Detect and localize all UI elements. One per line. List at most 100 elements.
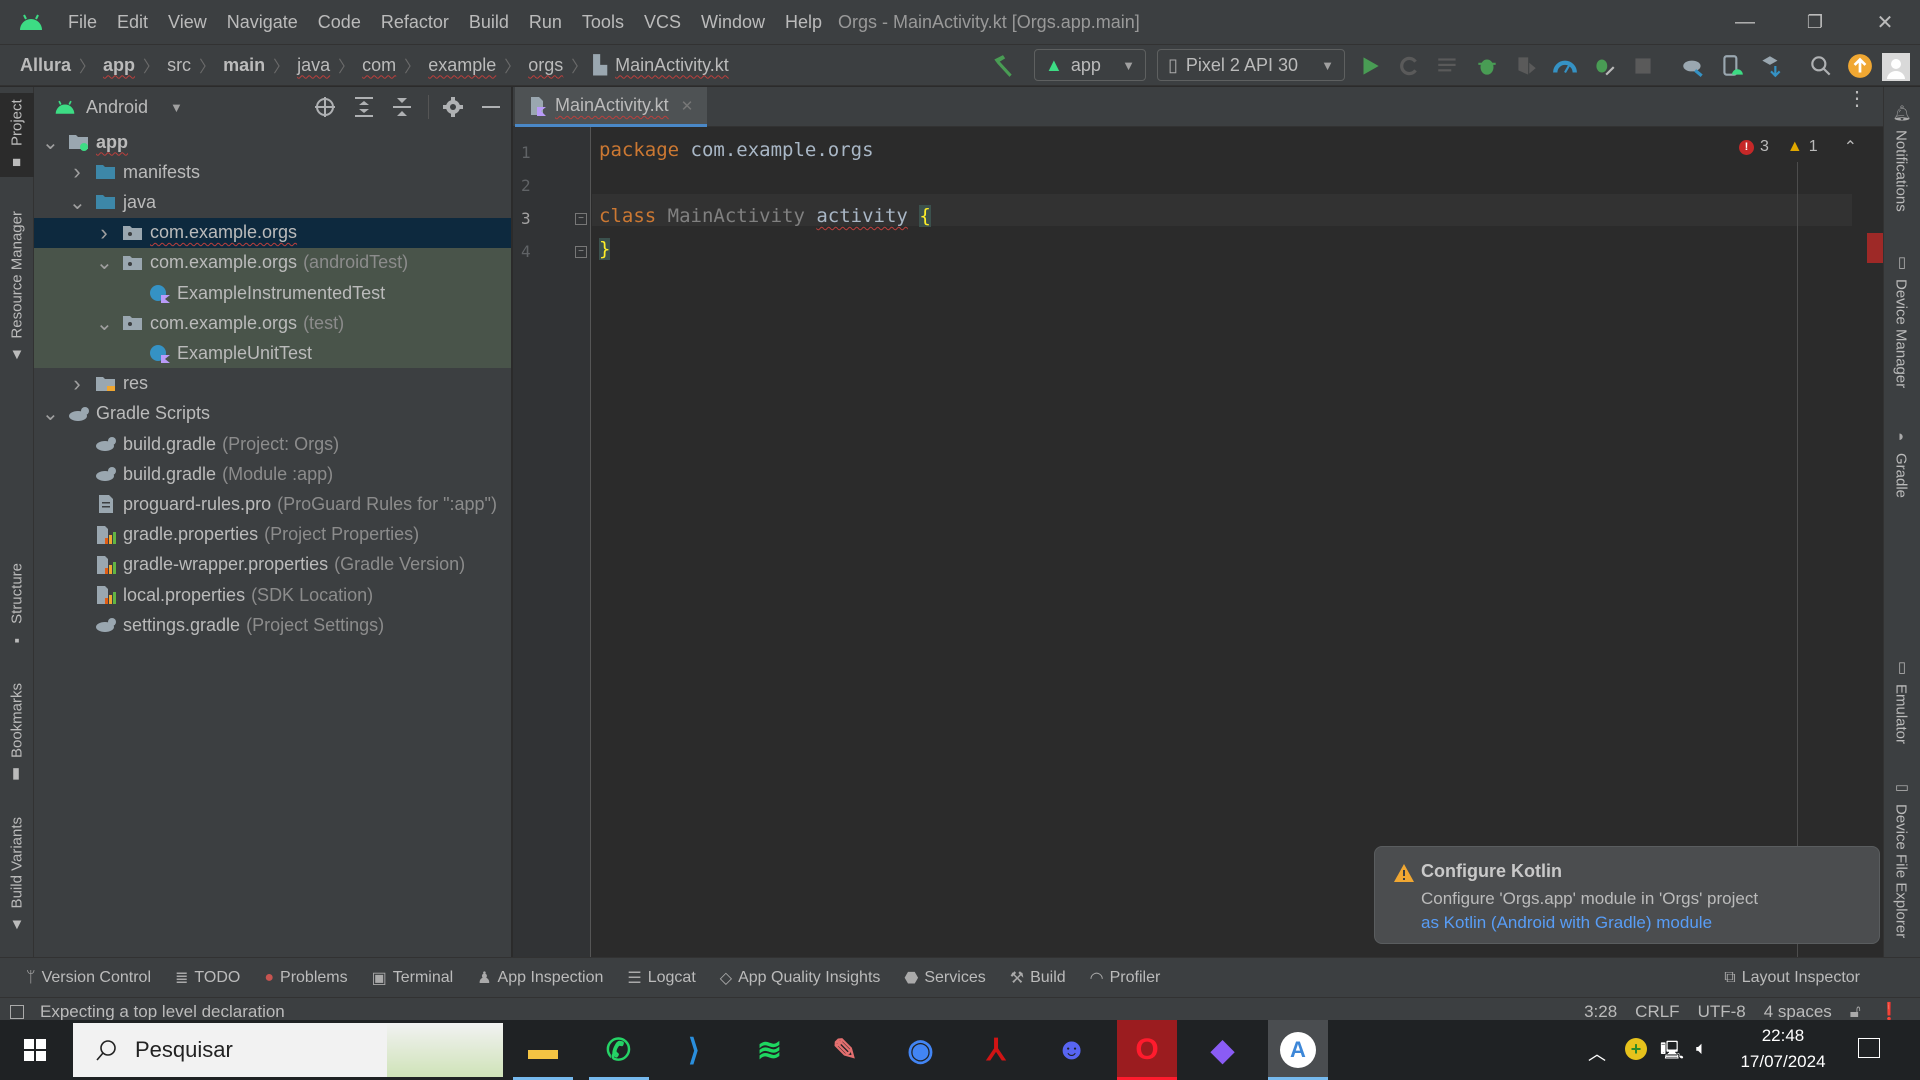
unlock-icon[interactable]: 🔓︎ bbox=[1850, 1002, 1861, 1022]
tool-tab-structure[interactable]: ▪ Structure bbox=[0, 557, 34, 655]
menu-navigate[interactable]: Navigate bbox=[217, 0, 308, 44]
menu-refactor[interactable]: Refactor bbox=[371, 0, 459, 44]
taskbar-app-vscode[interactable]: ⟩ bbox=[664, 1020, 724, 1080]
stop-icon[interactable] bbox=[1630, 53, 1656, 79]
tool-tab-emulator[interactable]: ▯ Emulator bbox=[1884, 652, 1918, 750]
menu-run[interactable]: Run bbox=[519, 0, 572, 44]
menu-file[interactable]: File bbox=[58, 0, 107, 44]
view-mode-select[interactable]: Android bbox=[86, 97, 148, 118]
breadcrumb-item[interactable]: main bbox=[221, 55, 267, 76]
taskbar-app-file-explorer[interactable]: ▬ bbox=[513, 1020, 573, 1080]
menu-edit[interactable]: Edit bbox=[107, 0, 158, 44]
breadcrumb-item[interactable]: MainActivity.kt bbox=[613, 55, 731, 76]
tool-tab-layout-inspector[interactable]: ⧉ Layout Inspector bbox=[1724, 969, 1860, 987]
run-icon[interactable] bbox=[1357, 53, 1383, 79]
tab-mainactivity[interactable]: MainActivity.kt ✕ bbox=[515, 87, 708, 127]
taskbar-app-obsidian[interactable]: ◆ bbox=[1193, 1020, 1253, 1080]
volume-icon[interactable]: 🔈︎ bbox=[1696, 1038, 1707, 1059]
avatar[interactable] bbox=[1882, 53, 1910, 81]
debug-icon[interactable] bbox=[1474, 53, 1500, 79]
taskbar-app-chrome[interactable]: ◉ bbox=[891, 1020, 951, 1080]
close-tab-icon[interactable]: ✕ bbox=[681, 97, 694, 115]
windows-start-icon[interactable] bbox=[24, 1039, 46, 1061]
expand-all-icon[interactable] bbox=[354, 96, 374, 118]
taskbar-search[interactable]: Pesquisar bbox=[73, 1023, 503, 1077]
caret-position[interactable]: 3:28 bbox=[1584, 1002, 1617, 1022]
event-log-icon[interactable]: ❗ bbox=[1879, 1002, 1900, 1022]
breadcrumb-item[interactable]: src bbox=[165, 55, 193, 76]
tool-tab-problems[interactable]: ● Problems bbox=[264, 969, 347, 987]
tool-tab-build-variants[interactable]: ▲ Build Variants bbox=[0, 811, 34, 939]
tree-item[interactable]: ⌄ com.example.orgs (test) bbox=[34, 308, 511, 339]
update-icon[interactable] bbox=[1847, 53, 1873, 79]
chevron-down-icon[interactable]: ⌄ bbox=[69, 190, 86, 215]
breadcrumb-item[interactable]: app bbox=[101, 55, 137, 76]
chevron-down-icon[interactable]: ▼ bbox=[170, 100, 183, 115]
code-editor[interactable]: 1 2 3 4 − − package com.example.orgs class Mai… bbox=[513, 127, 1894, 957]
tool-tab-device-file-explorer[interactable]: ▭ Device File Explorer bbox=[1884, 772, 1918, 944]
close-button[interactable]: ✕ bbox=[1850, 0, 1920, 44]
tool-tab-todo[interactable]: ≣ TODO bbox=[175, 968, 240, 988]
tree-item[interactable]: ⌄ Gradle Scripts bbox=[34, 399, 511, 429]
fold-marker-icon[interactable]: − bbox=[575, 246, 587, 258]
tool-tab-device-manager[interactable]: ▯ Device Manager bbox=[1884, 247, 1918, 394]
menu-tools[interactable]: Tools bbox=[572, 0, 634, 44]
tool-tab-version-control[interactable]: ᛘ Version Control bbox=[26, 969, 151, 987]
taskbar-app-acrobat[interactable]: ⅄ bbox=[966, 1020, 1026, 1080]
tree-item[interactable]: ExampleInstrumentedTest bbox=[34, 278, 511, 308]
hammer-icon[interactable] bbox=[990, 53, 1016, 79]
breadcrumb-item[interactable]: example bbox=[426, 55, 498, 76]
tree-item[interactable]: gradle.properties (Project Properties) bbox=[34, 520, 511, 550]
tool-tab-resource-manager[interactable]: ▲ Resource Manager bbox=[0, 205, 34, 370]
menu-window[interactable]: Window bbox=[691, 0, 775, 44]
tree-item[interactable]: gradle-wrapper.properties (Gradle Version… bbox=[34, 550, 511, 580]
clock-date[interactable]: 17/07/2024 bbox=[1730, 1052, 1836, 1072]
code-line[interactable]: package com.example.orgs bbox=[599, 139, 874, 161]
tree-item[interactable]: proguard-rules.pro (ProGuard Rules for ":… bbox=[34, 489, 511, 519]
device-manager-icon[interactable] bbox=[1719, 53, 1745, 79]
code-line[interactable]: class MainActivity activity { bbox=[599, 205, 931, 227]
breadcrumb-item[interactable]: Allura bbox=[18, 55, 73, 76]
tree-item[interactable]: settings.gradle (Project Settings) bbox=[34, 610, 511, 640]
tool-tab-bookmarks[interactable]: ▮ Bookmarks bbox=[0, 677, 34, 790]
minimize-button[interactable]: — bbox=[1710, 0, 1780, 44]
device-select[interactable]: ▯ Pixel 2 API 30 ▼ bbox=[1157, 49, 1345, 81]
tool-tab-app-quality-insights[interactable]: ◇ App Quality Insights bbox=[720, 968, 881, 988]
menu-code[interactable]: Code bbox=[308, 0, 371, 44]
tree-item[interactable]: › res bbox=[34, 369, 511, 399]
fold-marker-icon[interactable]: − bbox=[575, 213, 587, 225]
search-icon[interactable] bbox=[1808, 53, 1834, 79]
breadcrumb-item[interactable]: orgs bbox=[526, 55, 565, 76]
chevron-right-icon[interactable]: › bbox=[69, 159, 85, 185]
more-options-icon[interactable]: ⋮ bbox=[1847, 89, 1867, 109]
taskbar-app-opera[interactable]: O bbox=[1117, 1020, 1177, 1080]
taskbar-app-discord[interactable]: ☻ bbox=[1042, 1020, 1102, 1080]
show-hidden-icons[interactable]: ︿ bbox=[1588, 1040, 1606, 1066]
apply-code-changes-icon[interactable] bbox=[1435, 53, 1461, 79]
coverage-icon[interactable] bbox=[1513, 53, 1539, 79]
chevron-right-icon[interactable]: › bbox=[69, 371, 85, 397]
hide-panel-icon[interactable] bbox=[482, 106, 500, 108]
tree-item[interactable]: ExampleUnitTest bbox=[34, 338, 511, 369]
tree-item[interactable]: build.gradle (Project: Orgs) bbox=[34, 429, 511, 459]
apply-changes-icon[interactable] bbox=[1396, 53, 1422, 79]
tool-tab-build[interactable]: ⚒ Build bbox=[1010, 968, 1066, 988]
attach-debugger-icon[interactable] bbox=[1591, 53, 1617, 79]
toggle-tool-windows-icon[interactable] bbox=[10, 1004, 24, 1019]
tool-tab-profiler[interactable]: ◠ Profiler bbox=[1090, 968, 1161, 988]
line-separator[interactable]: CRLF bbox=[1635, 1002, 1679, 1022]
tree-item[interactable]: ⌄ java bbox=[34, 187, 511, 217]
breadcrumb-item[interactable]: java bbox=[295, 55, 332, 76]
tool-tab-services[interactable]: ⬣ Services bbox=[904, 968, 985, 988]
taskbar-app-android-studio[interactable]: A bbox=[1268, 1020, 1328, 1080]
profile-icon[interactable] bbox=[1552, 53, 1578, 79]
clock-time[interactable]: 22:48 bbox=[1738, 1026, 1828, 1046]
tree-item[interactable]: › com.example.orgs bbox=[34, 217, 511, 248]
chevron-down-icon[interactable]: ⌄ bbox=[96, 311, 113, 336]
tool-tab-gradle[interactable]: ◗ Gradle bbox=[1884, 422, 1918, 504]
restore-button[interactable]: ❐ bbox=[1780, 0, 1850, 44]
tree-item[interactable]: ⌄ app bbox=[34, 127, 511, 157]
chevron-down-icon[interactable]: ⌄ bbox=[96, 250, 113, 275]
chevron-right-icon[interactable]: › bbox=[96, 220, 112, 246]
tool-tab-app-inspection[interactable]: ♟ App Inspection bbox=[477, 968, 603, 988]
